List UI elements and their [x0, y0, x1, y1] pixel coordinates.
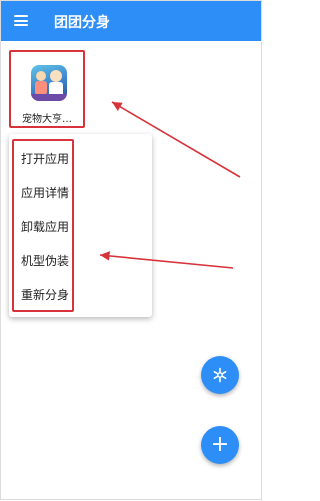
annotation-arrow-bottom — [99, 251, 234, 269]
add-fab-button[interactable]: + — [201, 426, 239, 464]
settings-fab-button[interactable] — [201, 356, 239, 394]
plus-icon: + — [210, 432, 230, 457]
annotation-arrow-top — [111, 101, 241, 178]
snowflake-settings-icon — [213, 367, 227, 383]
